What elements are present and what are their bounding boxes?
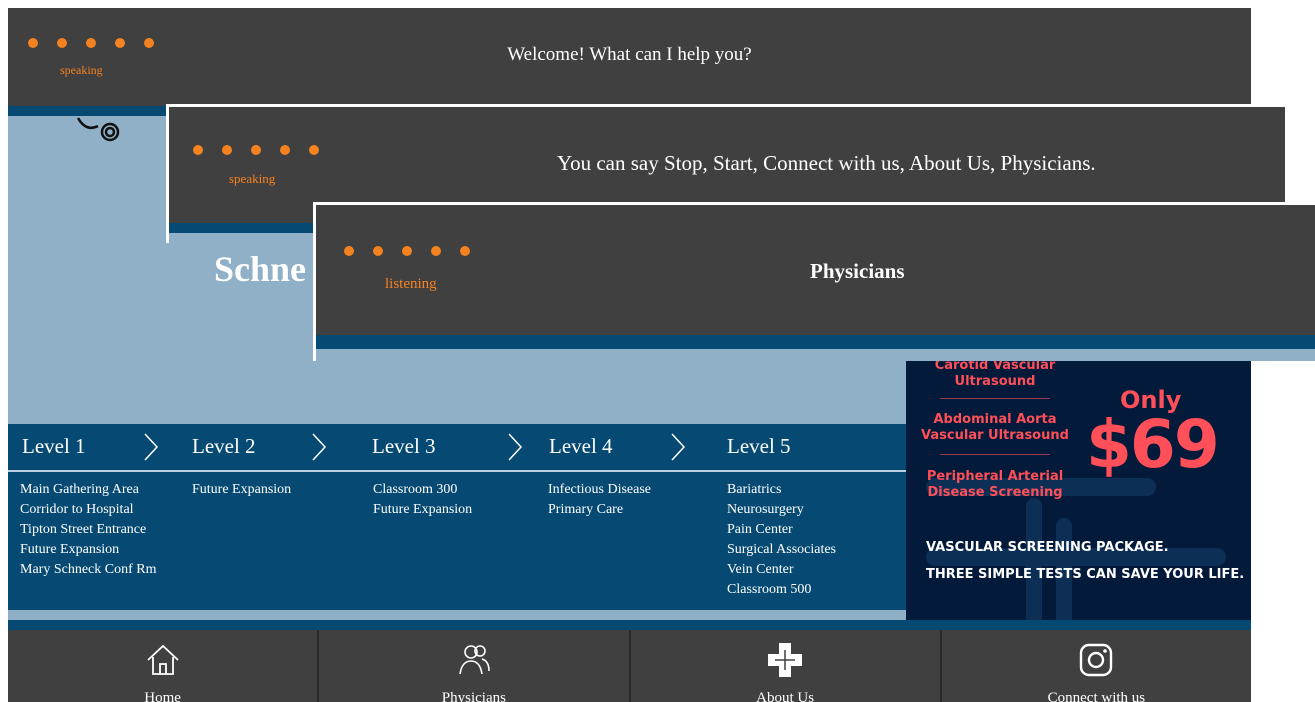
home-icon: [147, 644, 179, 675]
list-item[interactable]: Bariatrics: [727, 480, 836, 500]
list-item[interactable]: Surgical Associates: [727, 540, 836, 560]
nav-about-label: About Us: [756, 690, 815, 702]
list-item[interactable]: Infectious Disease: [548, 480, 651, 500]
level-1-tab[interactable]: Level 1: [22, 434, 86, 459]
ad-package-line-2: THREE SIMPLE TESTS CAN SAVE YOUR LIFE.: [926, 567, 1245, 582]
ad-test-2: Abdominal Aorta Vascular Ultrasound: [921, 412, 1069, 443]
dialog-message: Welcome! What can I help you?: [507, 44, 752, 65]
list-item[interactable]: Corridor to Hospital: [20, 500, 156, 520]
dialog-message: You can say Stop, Start, Connect with us…: [557, 151, 1096, 175]
ad-test-1: Carotid Vascular Ultrasound: [934, 358, 1056, 389]
dialog-status: listening: [385, 276, 437, 292]
level-4-list: Infectious Disease Primary Care: [548, 480, 651, 520]
list-item[interactable]: Future Expansion: [20, 540, 156, 560]
nav-physicians-button[interactable]: Physicians: [319, 630, 631, 702]
list-item[interactable]: Main Gathering Area: [20, 480, 156, 500]
list-item[interactable]: Classroom 500: [727, 580, 836, 600]
audio-dots-icon: [344, 246, 489, 256]
chevron-right-icon: [144, 433, 159, 461]
level-2-list: Future Expansion: [192, 480, 291, 500]
directory-header: Level 1 Level 2 Level 3 Level 4 Level 5: [8, 424, 906, 472]
voice-dialog-1: speaking Welcome! What can I help you?: [8, 8, 1251, 116]
level-1-list: Main Gathering Area Corridor to Hospital…: [20, 480, 156, 580]
nav-home-button[interactable]: Home: [8, 630, 320, 702]
ad-package-line-1: VASCULAR SCREENING PACKAGE.: [926, 540, 1169, 555]
list-item[interactable]: Tipton Street Entrance: [20, 520, 156, 540]
chevron-right-icon: [312, 433, 327, 461]
nav-physicians-label: Physicians: [441, 690, 506, 702]
dialog-light-band: [316, 349, 1315, 361]
chevron-right-icon: [671, 433, 686, 461]
level-4-tab[interactable]: Level 4: [549, 434, 613, 459]
level-3-tab[interactable]: Level 3: [372, 434, 436, 459]
dialog-message: Physicians: [810, 259, 905, 283]
list-item[interactable]: Neurosurgery: [727, 500, 836, 520]
list-item[interactable]: Mary Schneck Conf Rm: [20, 560, 156, 580]
nav-about-button[interactable]: About Us: [631, 630, 942, 702]
level-5-tab[interactable]: Level 5: [727, 434, 791, 459]
directory-panel: Level 1 Level 2 Level 3 Level 4 Level 5 …: [8, 424, 906, 610]
nav-home-label: Home: [144, 690, 181, 702]
bottom-nav: Home Physicians About Us Connect with us: [8, 630, 1251, 702]
dialog-status: speaking: [229, 171, 276, 186]
page-title: Schne: [214, 249, 307, 289]
chevron-right-icon: [508, 433, 523, 461]
level-3-list: Classroom 300 Future Expansion: [373, 480, 472, 520]
bottom-stripe: [8, 620, 1251, 630]
swirl-decoration-icon: [76, 117, 120, 142]
instagram-icon: [1080, 643, 1113, 677]
list-item[interactable]: Primary Care: [548, 500, 651, 520]
users-icon: [459, 645, 490, 675]
ad-divider: [940, 398, 1050, 399]
list-item[interactable]: Future Expansion: [373, 500, 472, 520]
level-5-list: Bariatrics Neurosurgery Pain Center Surg…: [727, 480, 836, 600]
cross-logo-icon: [768, 643, 803, 677]
voice-dialog-3: listening Physicians: [313, 202, 1315, 361]
list-item[interactable]: Vein Center: [727, 560, 836, 580]
level-2-tab[interactable]: Level 2: [192, 434, 256, 459]
list-item[interactable]: Pain Center: [727, 520, 836, 540]
dialog-blue-band: [316, 335, 1315, 349]
ad-price: $69: [1086, 406, 1220, 483]
ad-test-3: Peripheral Arterial Disease Screening: [926, 469, 1064, 500]
list-item[interactable]: Future Expansion: [192, 480, 291, 500]
vascular-screening-ad[interactable]: Carotid Vascular Ultrasound Abdominal Ao…: [906, 348, 1251, 634]
nav-connect-label: Connect with us: [1047, 690, 1146, 702]
nav-connect-button[interactable]: Connect with us: [942, 630, 1251, 702]
ad-divider: [940, 454, 1050, 455]
list-item[interactable]: Classroom 300: [373, 480, 472, 500]
audio-dots-icon: [193, 145, 338, 155]
